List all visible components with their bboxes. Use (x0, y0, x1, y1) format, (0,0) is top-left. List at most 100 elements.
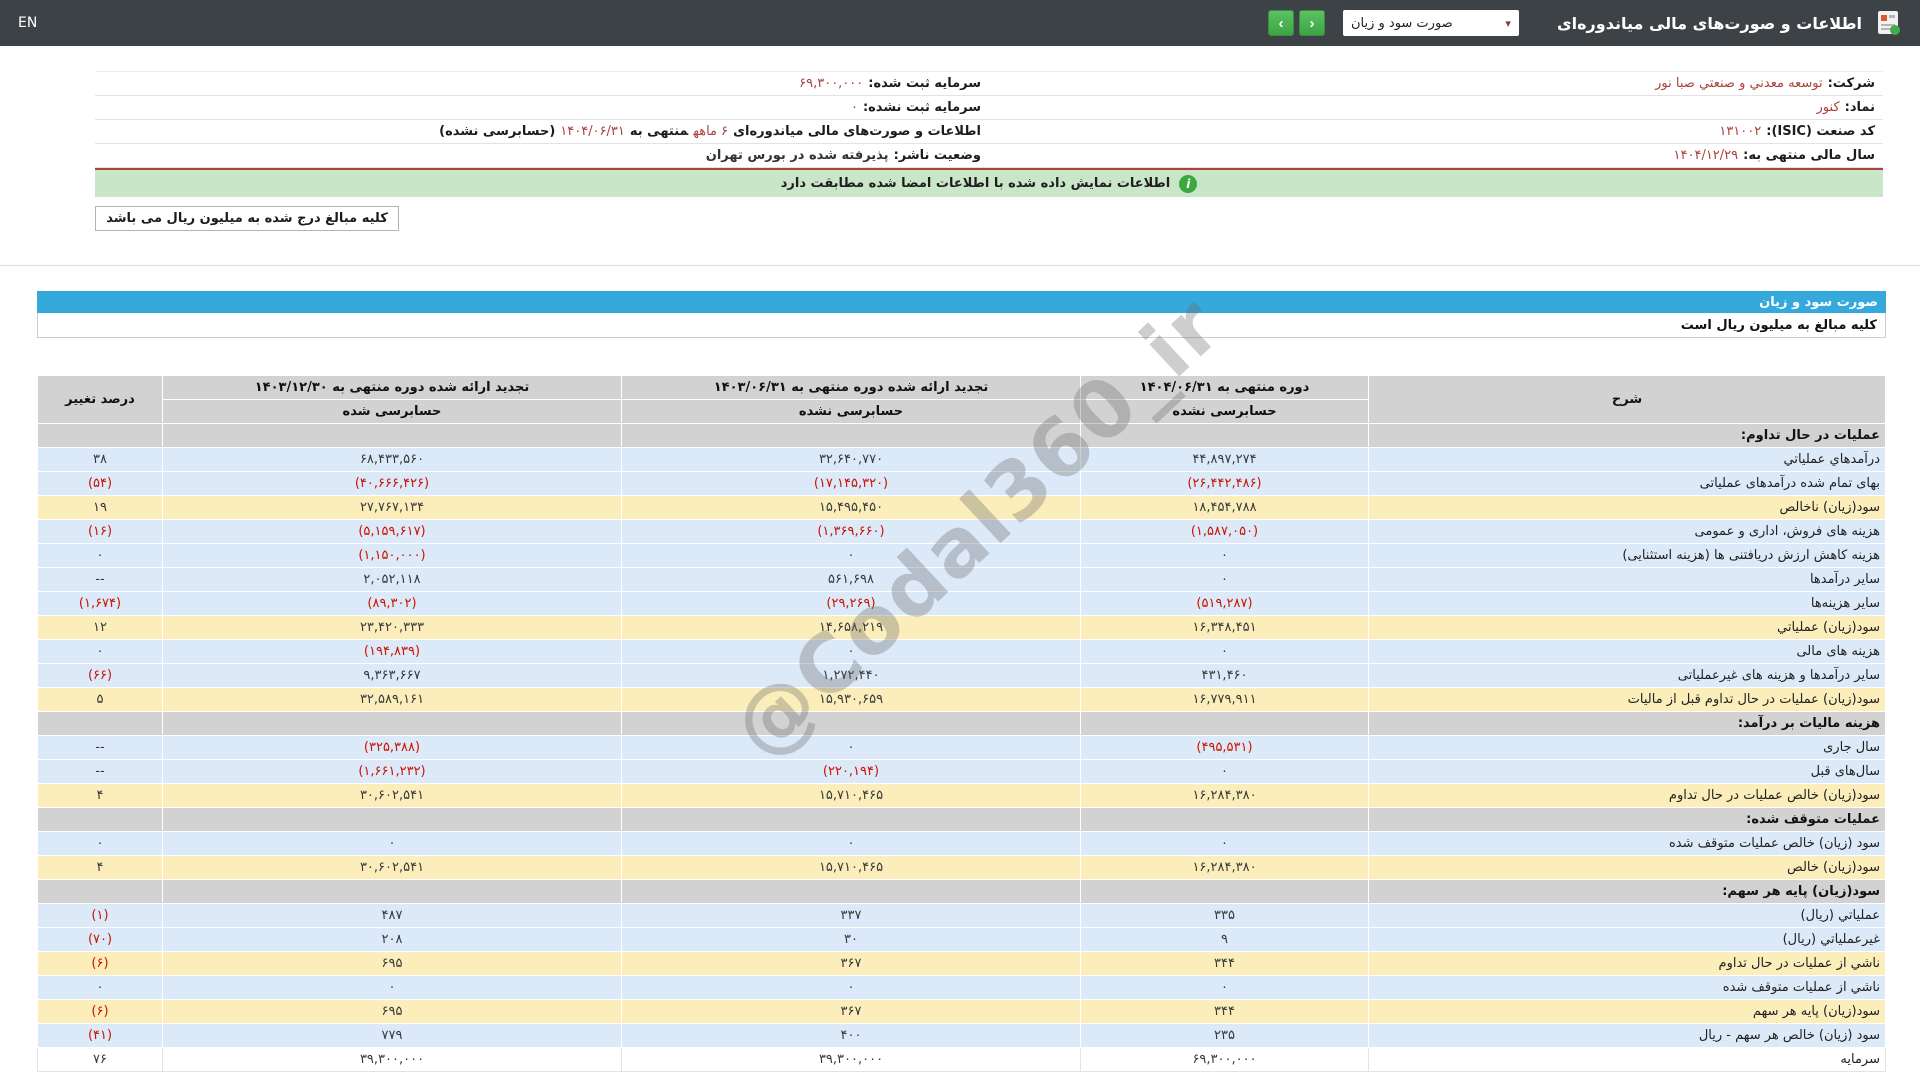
value-cell: (۱,۵۸۷,۰۵۰) (1081, 520, 1369, 544)
section-row: سود(زیان) پایه هر سهم: (38, 880, 1886, 904)
report-type-value: صورت سود و زیان (1351, 16, 1453, 31)
value-cell: ۴ (38, 856, 163, 880)
empty-cell (622, 808, 1081, 832)
report-type-dropdown[interactable]: صورت سود و زیان ▾ (1343, 10, 1519, 36)
row-label: سال جاری (1369, 736, 1886, 760)
value-cell: ۱۵,۴۹۵,۴۵۰ (622, 496, 1081, 520)
section-divider (0, 265, 1920, 266)
row-label: سود(زیان) عملیاتي (1369, 616, 1886, 640)
value-cell: ۲,۰۵۲,۱۱۸ (163, 568, 622, 592)
value-cell: (۸۹,۳۰۲) (163, 592, 622, 616)
info-value: ۱۴۰۴/۱۲/۲۹ (1674, 148, 1739, 163)
value-cell: ۳۰,۶۰۲,۵۴۱ (163, 784, 622, 808)
row-label: عملیات متوقف شده: (1369, 808, 1886, 832)
row-label: هزینه کاهش ارزش دریافتنی ها (هزینه استثن… (1369, 544, 1886, 568)
info-cell-left: اطلاعات و صورت‌های مالی میاندوره‌ای۶ ماه… (95, 124, 989, 139)
value-cell: ۰ (163, 832, 622, 856)
row-label: سود(زیان) ناخالص (1369, 496, 1886, 520)
alert-text: اطلاعات نمایش داده شده با اطلاعات امضا ش… (781, 176, 1171, 191)
info-label: وضعیت ناشر: (894, 148, 981, 163)
value-cell: ۱۵,۷۱۰,۴۶۵ (622, 856, 1081, 880)
info-cell-right: کد صنعت (ISIC):۱۳۱۰۰۲ (989, 124, 1883, 139)
table-row: عملیاتي (ریال)۳۳۵۳۳۷۴۸۷(۱) (38, 904, 1886, 928)
value-cell: (۱,۳۶۹,۶۶۰) (622, 520, 1081, 544)
section-row: هزینه مالیات بر درآمد: (38, 712, 1886, 736)
value-cell: ۶۹,۳۰۰,۰۰۰ (1081, 1048, 1369, 1072)
value-cell: ۱۶,۲۸۴,۳۸۰ (1081, 784, 1369, 808)
topbar-right-group: اطلاعات و صورت‌های مالی میاندوره‌ای صورت… (1268, 9, 1902, 37)
table-row: سرمایه۶۹,۳۰۰,۰۰۰۳۹,۳۰۰,۰۰۰۳۹,۳۰۰,۰۰۰۷۶ (38, 1048, 1886, 1072)
value-cell: ۰ (1081, 568, 1369, 592)
value-cell: ۰ (38, 976, 163, 1000)
value-cell: ۰ (622, 544, 1081, 568)
value-cell: ۳۶۷ (622, 1000, 1081, 1024)
value-cell: ۳۲,۵۸۹,۱۶۱ (163, 688, 622, 712)
row-label: سایر هزینه‌ها (1369, 592, 1886, 616)
value-cell: -- (38, 568, 163, 592)
value-cell: ۵ (38, 688, 163, 712)
language-toggle[interactable]: EN (18, 15, 37, 31)
info-label: منتهی به (630, 124, 688, 139)
value-cell: (۱,۶۶۱,۲۳۲) (163, 760, 622, 784)
pl-table-body: عملیات در حال تداوم:درآمدهاي عملياتي۴۴,۸… (38, 424, 1886, 1072)
empty-cell (1081, 880, 1369, 904)
row-label: سود (زیان) خالص هر سهم - ریال (1369, 1024, 1886, 1048)
value-cell: ۲۰۸ (163, 928, 622, 952)
next-report-button[interactable]: › (1268, 10, 1294, 36)
info-label: کد صنعت (ISIC): (1766, 124, 1875, 139)
value-cell: (۲۲۰,۱۹۴) (622, 760, 1081, 784)
value-cell: -- (38, 736, 163, 760)
info-value: توسعه معدني و صنعتي صبا نور (1655, 76, 1822, 91)
value-cell: (۱,۶۷۴) (38, 592, 163, 616)
value-cell: ۰ (163, 976, 622, 1000)
value-cell: ۳۳۵ (1081, 904, 1369, 928)
value-cell: ۶۹۵ (163, 1000, 622, 1024)
value-cell: ۰ (38, 640, 163, 664)
row-label: سود(زیان) پایه هر سهم: (1369, 880, 1886, 904)
value-cell: (۷۰) (38, 928, 163, 952)
row-label: سود (زیان) خالص عملیات متوقف شده (1369, 832, 1886, 856)
value-cell: ۱۶,۷۷۹,۹۱۱ (1081, 688, 1369, 712)
value-cell: ۰ (1081, 832, 1369, 856)
units-tab[interactable]: کلیه مبالغ درج شده به میلیون ریال می باش… (95, 206, 399, 231)
info-row: نماد: کنور سرمایه ثبت نشده: ۰ (95, 96, 1883, 120)
statement-title-bar: صورت سود و زیان (37, 291, 1886, 313)
empty-cell (163, 880, 622, 904)
info-cell-right: نماد: کنور (989, 100, 1883, 115)
info-value: کنور (1817, 100, 1840, 115)
col-period2-subheader: حسابرسی نشده (622, 400, 1081, 424)
info-value: ۰ (851, 100, 858, 115)
row-label: ناشي از عملیات در حال تداوم (1369, 952, 1886, 976)
value-cell: (۱,۱۵۰,۰۰۰) (163, 544, 622, 568)
row-label: سرمایه (1369, 1048, 1886, 1072)
value-cell: -- (38, 760, 163, 784)
info-cell-right: سال مالی منتهی به: ۱۴۰۴/۱۲/۲۹ (989, 148, 1883, 163)
info-label: سرمایه ثبت نشده: (863, 100, 981, 115)
row-label: سود(زیان) خالص (1369, 856, 1886, 880)
value-cell: ۰ (1081, 760, 1369, 784)
pl-table-header: شرح دوره منتهی به ۱۴۰۴/۰۶/۳۱ تجدید ارائه… (38, 376, 1886, 424)
row-label: سال‌های قبل (1369, 760, 1886, 784)
empty-cell (163, 424, 622, 448)
info-label: سال مالی منتهی به: (1743, 148, 1875, 163)
value-cell: ۰ (622, 736, 1081, 760)
row-label: بهای تمام شده درآمدهای عملیاتی (1369, 472, 1886, 496)
chevron-down-icon: ▾ (1505, 18, 1511, 29)
info-value: ۶ ماهه (693, 124, 728, 139)
col-period1-header: دوره منتهی به ۱۴۰۴/۰۶/۳۱ (1081, 376, 1369, 400)
info-row: سال مالی منتهی به:۱۴۰۴/۱۲/۲۹وضعیت ناشر:پ… (95, 144, 1883, 168)
empty-cell (163, 808, 622, 832)
table-row: سود(زیان) ناخالص۱۸,۴۵۴,۷۸۸۱۵,۴۹۵,۴۵۰۲۷,۷… (38, 496, 1886, 520)
col-change-header: درصد تغییر (38, 376, 163, 424)
value-cell: ۴۸۷ (163, 904, 622, 928)
prev-report-button[interactable]: ‹ (1299, 10, 1325, 36)
value-cell: (۴۹۵,۵۳۱) (1081, 736, 1369, 760)
value-cell: (۳۲۵,۳۸۸) (163, 736, 622, 760)
table-row: سود(زیان) عملیاتي۱۶,۳۴۸,۴۵۱۱۴,۶۵۸,۲۱۹۲۳,… (38, 616, 1886, 640)
info-cell-right: شرکت:توسعه معدني و صنعتي صبا نور (989, 76, 1883, 91)
value-cell: ۳۴۴ (1081, 1000, 1369, 1024)
value-cell: (۱) (38, 904, 163, 928)
info-row: شرکت:توسعه معدني و صنعتي صبا نورسرمایه ث… (95, 72, 1883, 96)
info-label: نماد: (1845, 100, 1875, 115)
page: اطلاعات و صورت‌های مالی میاندوره‌ای صورت… (0, 0, 1920, 1072)
